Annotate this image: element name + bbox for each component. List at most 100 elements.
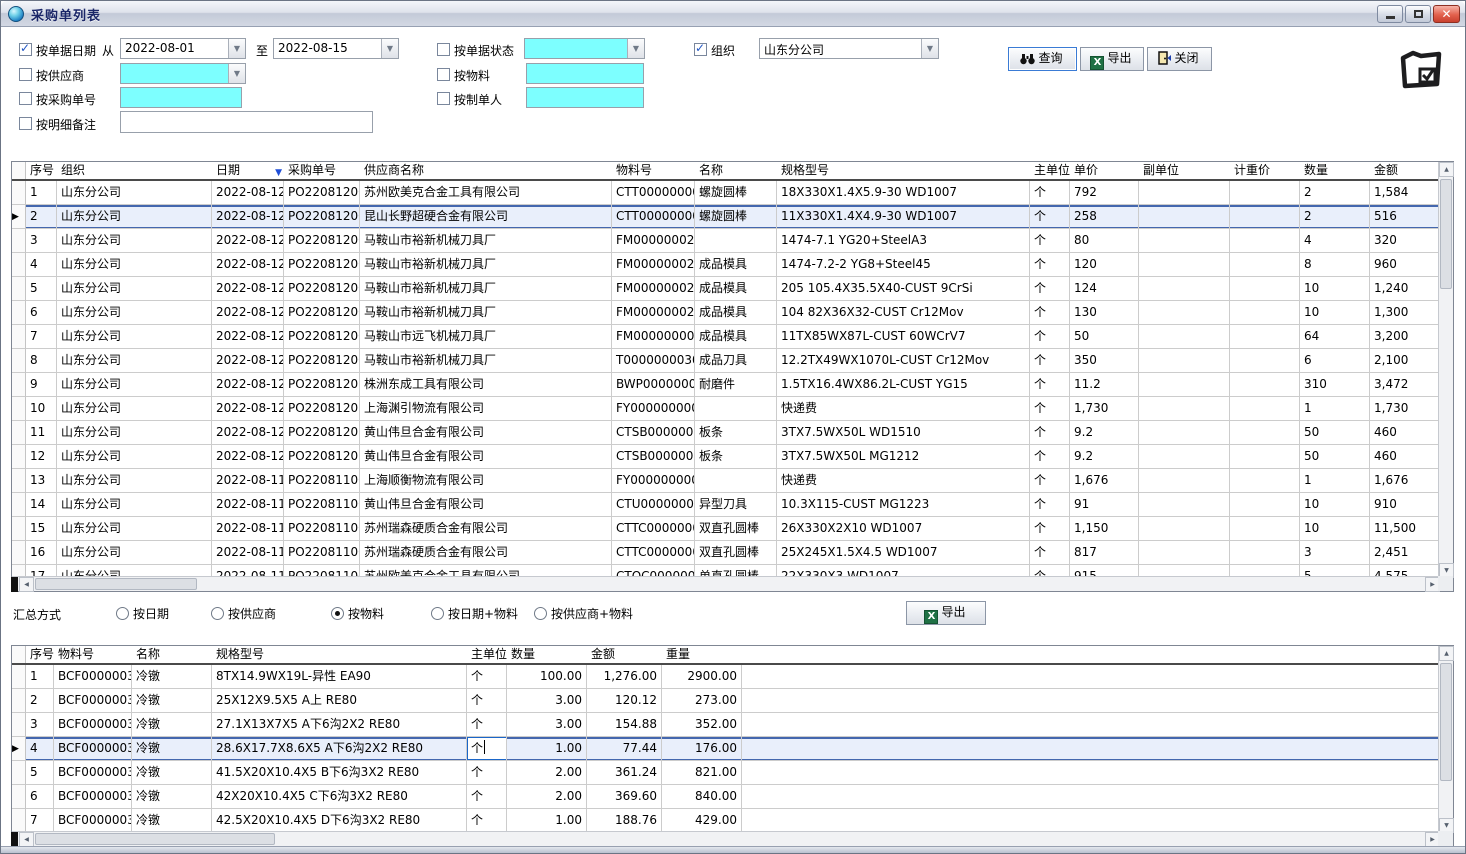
column-header-9[interactable]: 主单位 [1030,162,1070,179]
cell[interactable]: 山东分公司 [57,277,212,301]
cell[interactable]: 2 [1300,205,1370,229]
cell[interactable]: 350 [1070,349,1139,373]
summary-mode-option[interactable]: 按物料 [331,605,384,622]
cell[interactable]: 460 [1370,445,1440,469]
cell[interactable]: PO220812005 [284,229,360,253]
cell[interactable]: 8TX14.9WX19L-异性 EA90 [212,665,467,689]
table-row[interactable]: 1BCF00000037冷镦8TX14.9WX19L-异性 EA90个100.0… [12,665,1440,689]
vscroll-thumb[interactable] [1440,179,1452,289]
cell[interactable]: 25X245X1.5X4.5 WD1007 [777,541,1030,565]
cell[interactable]: 个 [1030,445,1070,469]
cell[interactable]: 3TX7.5WX50L MG1212 [777,445,1030,469]
org-combo[interactable]: 山东分公司 ▼ [759,38,939,59]
creator-input[interactable] [526,87,644,108]
cell[interactable]: FY000000000 [612,469,695,493]
cell[interactable]: 苏州瑞森硬质合金有限公司 [360,517,612,541]
summary-mode-option[interactable]: 按日期 [116,605,169,622]
cell[interactable]: 个 [1030,469,1070,493]
cell[interactable]: 耐磨件 [695,373,777,397]
cell[interactable]: 上海顺衡物流有限公司 [360,469,612,493]
cell[interactable] [1230,229,1300,253]
cell[interactable]: 山东分公司 [57,541,212,565]
cell[interactable] [1230,253,1300,277]
cell[interactable]: 5 [26,761,54,785]
cell[interactable]: 1,240 [1370,277,1440,301]
cell[interactable] [1230,541,1300,565]
cell[interactable]: 8 [26,349,57,373]
cell[interactable]: 154.88 [587,713,662,737]
cell[interactable]: 昆山长野超硬合金有限公司 [360,205,612,229]
cell[interactable] [1139,373,1230,397]
cell[interactable]: 2,451 [1370,541,1440,565]
cell[interactable]: 8 [1300,253,1370,277]
cell[interactable]: 910 [1370,493,1440,517]
cell[interactable]: 个 [1030,325,1070,349]
cell[interactable]: 山东分公司 [57,229,212,253]
cell[interactable]: PO220812013 [284,421,360,445]
column-header-2[interactable]: 物料号 [54,646,132,663]
cell[interactable]: 2.00 [507,761,587,785]
cell[interactable]: BCF00000037 [54,665,132,689]
cell[interactable] [1139,421,1230,445]
cell[interactable] [1230,469,1300,493]
cell[interactable] [1139,181,1230,205]
cell[interactable]: 双直孔圆棒 [695,517,777,541]
cell[interactable]: BCF00000037 [54,809,132,833]
cell[interactable]: 6 [26,301,57,325]
table-row[interactable]: 16山东分公司2022-08-11PO220811004苏州瑞森硬质合金有限公司… [12,541,1440,565]
filter-org-checkbox[interactable] [694,43,707,56]
cell[interactable]: 快递费 [777,397,1030,421]
table-row[interactable]: 1山东分公司2022-08-12PO220812003苏州欧美克合金工具有限公司… [12,181,1440,205]
column-header-13[interactable]: 数量 [1300,162,1370,179]
chevron-down-icon[interactable]: ▼ [381,39,398,58]
cell[interactable] [1139,517,1230,541]
cell[interactable]: 10.3X115-CUST MG1223 [777,493,1030,517]
cell[interactable]: 10 [26,397,57,421]
cell[interactable] [1230,445,1300,469]
cell[interactable] [1139,397,1230,421]
scroll-left-icon[interactable]: ◀ [19,832,34,847]
cell[interactable]: 螺旋圆棒 [695,205,777,229]
column-header-5[interactable]: 主单位 [467,646,507,663]
column-header-7[interactable]: 金额 [587,646,662,663]
cell[interactable]: 山东分公司 [57,493,212,517]
cell[interactable] [695,229,777,253]
cell[interactable]: 11,500 [1370,517,1440,541]
chevron-down-icon[interactable]: ▼ [228,39,245,58]
scroll-left-icon[interactable]: ◀ [19,577,34,592]
cell[interactable]: 1 [1300,397,1370,421]
cell[interactable]: 成品模具 [695,301,777,325]
cell[interactable]: 冷镦 [132,785,212,809]
cell[interactable]: 马鞍山市远飞机械刀具厂 [360,325,612,349]
cell[interactable]: 2022-08-12 [212,253,284,277]
cell[interactable]: 螺旋圆棒 [695,181,777,205]
cell[interactable]: 2022-08-11 [212,493,284,517]
summary-grid-hscrollbar[interactable]: ◀ ▶ [12,831,1440,846]
cell[interactable]: 176.00 [662,737,742,761]
cell[interactable]: 124 [1070,277,1139,301]
cell[interactable]: 1 [26,665,54,689]
cell[interactable]: 2,100 [1370,349,1440,373]
table-row[interactable]: 14山东分公司2022-08-11PO220811002黄山伟旦合金有限公司CT… [12,493,1440,517]
column-header-5[interactable]: 供应商名称 [360,162,612,179]
cell[interactable]: 上海渊引物流有限公司 [360,397,612,421]
table-row[interactable]: 7BCF00000037冷镦42.5X20X10.4X5 D下6沟3X2 RE8… [12,809,1440,833]
table-row[interactable]: 12山东分公司2022-08-12PO220812013黄山伟旦合金有限公司CT… [12,445,1440,469]
cell[interactable]: 2022-08-12 [212,421,284,445]
chevron-down-icon[interactable]: ▼ [228,64,245,83]
cell[interactable] [1139,445,1230,469]
cell[interactable]: PO220812007 [284,277,360,301]
cell[interactable]: 80 [1070,229,1139,253]
cell[interactable]: 205 105.4X35.5X40-CUST 9CrSi [777,277,1030,301]
cell[interactable]: PO220812005 [284,253,360,277]
cell[interactable]: 50 [1300,421,1370,445]
cell[interactable]: 个 [1030,517,1070,541]
cell[interactable]: CTTC0000000 [612,517,695,541]
column-header-6[interactable]: 物料号 [612,162,695,179]
scroll-up-icon[interactable]: ▲ [1439,162,1454,177]
table-row[interactable]: 8山东分公司2022-08-12PO220812009马鞍山市裕新机械刀具厂T0… [12,349,1440,373]
cell[interactable]: 130 [1070,301,1139,325]
cell[interactable] [1139,205,1230,229]
cell[interactable] [1230,421,1300,445]
cell[interactable] [1230,277,1300,301]
